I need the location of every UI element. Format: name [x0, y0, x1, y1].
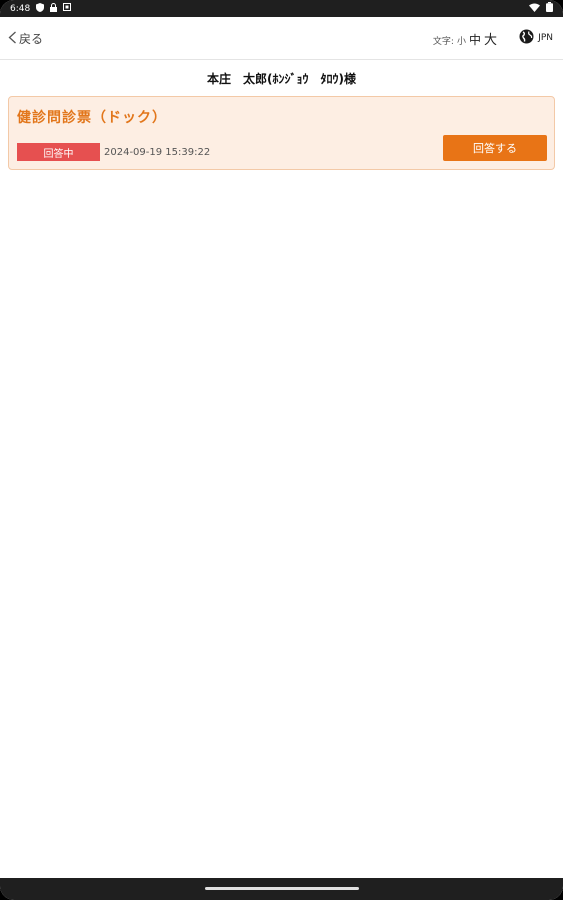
back-button[interactable]: 戻る [8, 30, 43, 47]
square-icon [63, 3, 72, 14]
back-button-label: 戻る [19, 32, 44, 46]
lock-icon [50, 2, 58, 15]
font-size-label: 文字: [432, 37, 454, 47]
wifi-icon [529, 3, 540, 15]
battery-icon [546, 2, 553, 15]
chevron-left-icon [8, 31, 17, 47]
font-size-medium-button[interactable]: 中 [469, 31, 481, 48]
font-size-small-button[interactable]: 小 [457, 34, 466, 47]
answer-button[interactable]: 回答する [443, 135, 547, 161]
language-button[interactable]: JPN [519, 29, 553, 47]
language-label: JPN [538, 33, 553, 43]
shield-icon [36, 2, 45, 15]
app-header: 戻る 文字: 小 中 大 JPN [0, 17, 563, 60]
questionnaire-card: 健診問診票（ドック） 回答中 2024-09-19 15:39:22 回答する [8, 96, 555, 170]
globe-icon [519, 29, 534, 47]
patient-name: 本庄 太郎(ﾎﾝｼﾞｮｳ ﾀﾛｳ)様 [207, 72, 356, 86]
timestamp: 2024-09-19 15:39:22 [104, 147, 211, 158]
font-size-large-button[interactable]: 大 [484, 29, 497, 48]
questionnaire-title: 健診問診票（ドック） [17, 110, 167, 126]
navigation-bar [0, 878, 563, 900]
app-screen: 6:48 戻る 文字: 小 中 大 JPN 本庄 太郎(ﾎﾝｼﾞｮｳ ﾀﾛｳ)様… [0, 0, 563, 900]
font-size-selector: 文字: 小 中 大 [433, 29, 497, 48]
status-time: 6:48 [10, 3, 31, 14]
status-badge: 回答中 [17, 143, 100, 161]
home-indicator[interactable] [205, 887, 359, 890]
status-bar: 6:48 [0, 0, 563, 17]
status-left: 6:48 [10, 2, 72, 15]
status-right [529, 2, 553, 15]
